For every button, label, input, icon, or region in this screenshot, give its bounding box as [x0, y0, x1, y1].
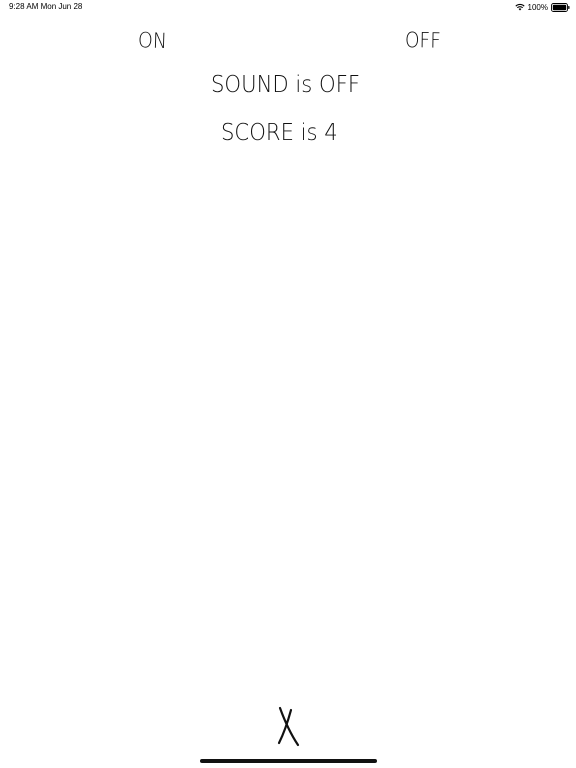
battery-percent: 100%: [527, 2, 548, 12]
sound-on-button[interactable]: ON: [138, 28, 168, 53]
sound-off-button[interactable]: OFF: [405, 28, 441, 53]
battery-icon: [551, 2, 570, 12]
status-time: 9:28 AM Mon Jun 28: [9, 2, 83, 11]
status-right: 100%: [514, 2, 570, 12]
wifi-icon: [514, 3, 525, 11]
home-indicator[interactable]: [200, 759, 377, 763]
status-bar: 9:28 AM Mon Jun 28 100%: [0, 0, 576, 14]
close-x-icon[interactable]: [276, 705, 302, 747]
sound-status-text: SOUND is OFF: [211, 72, 361, 98]
score-text: SCORE is 4: [221, 120, 338, 146]
